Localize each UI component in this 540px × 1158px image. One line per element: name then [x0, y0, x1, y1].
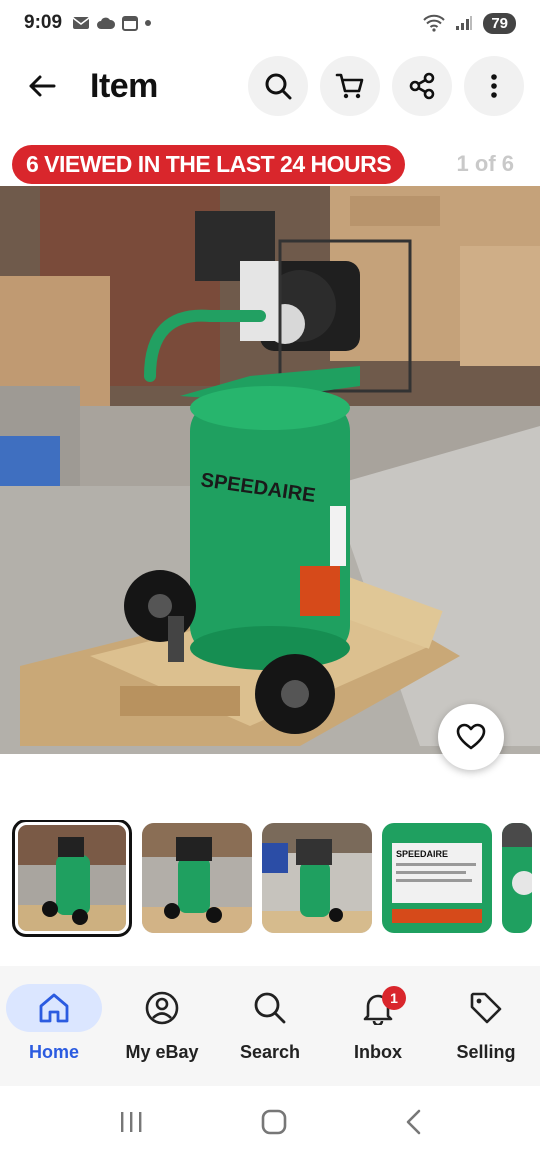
nav-home-label: Home	[28, 1042, 79, 1062]
nav-home[interactable]: Home	[0, 984, 108, 1086]
nav-my-ebay-label: My eBay	[125, 1042, 199, 1062]
thumbnail-3[interactable]	[262, 823, 372, 933]
inbox-badge: 1	[382, 986, 406, 1010]
status-bar: 9:09 79	[0, 0, 540, 46]
signal-icon	[456, 16, 473, 30]
viewed-badge: 6 VIEWED IN THE LAST 24 HOURS	[12, 144, 406, 184]
share-icon	[409, 72, 435, 100]
nav-search-label: Search	[239, 1042, 301, 1062]
cloud-icon	[97, 17, 116, 29]
search-icon	[254, 992, 286, 1024]
air-compressor-photo: SPEEDAIRE	[0, 186, 540, 754]
home-icon	[39, 993, 69, 1023]
nav-selling-label: Selling	[456, 1042, 516, 1062]
cart-icon	[335, 73, 364, 99]
nav-my-ebay[interactable]: My eBay	[108, 984, 216, 1086]
thumbnail-image	[262, 823, 372, 933]
calendar-icon	[122, 16, 139, 31]
dot-icon	[145, 20, 152, 26]
thumbnail-5[interactable]	[502, 823, 532, 933]
profile-icon	[145, 991, 179, 1025]
wifi-icon	[423, 14, 446, 32]
back-button[interactable]	[16, 60, 68, 112]
cart-button[interactable]	[320, 56, 380, 116]
app-header: Item	[0, 54, 540, 118]
watchlist-button[interactable]	[438, 704, 504, 770]
status-notification-icons	[72, 15, 152, 31]
thumbnail-strip: SPEEDAIRE	[12, 820, 540, 938]
more-options-button[interactable]	[464, 56, 524, 116]
thumbnail-4[interactable]: SPEEDAIRE	[382, 823, 492, 933]
bottom-navigation: Home My eBay Search 1 Inbox Selling	[0, 966, 540, 1086]
back-arrow-icon	[29, 75, 56, 97]
thumbnail-image	[18, 825, 126, 931]
thumbnail-2[interactable]	[142, 823, 252, 933]
home-circle-icon[interactable]	[260, 1108, 288, 1136]
thumbnail-1[interactable]	[12, 820, 132, 937]
heart-icon	[456, 723, 486, 750]
recent-apps-icon[interactable]	[118, 1110, 144, 1134]
nav-inbox[interactable]: 1 Inbox	[324, 984, 432, 1086]
mail-icon	[72, 17, 90, 29]
back-chevron-icon[interactable]	[404, 1108, 422, 1136]
share-button[interactable]	[392, 56, 452, 116]
search-button[interactable]	[248, 56, 308, 116]
nav-search[interactable]: Search	[216, 984, 324, 1086]
hero-image[interactable]: SPEEDAIRE	[0, 186, 540, 754]
system-navigation-bar	[0, 1086, 540, 1158]
svg-text:SPEEDAIRE: SPEEDAIRE	[396, 849, 448, 859]
battery-indicator: 79	[483, 12, 516, 34]
thumbnail-image	[142, 823, 252, 933]
image-banner-row: 6 VIEWED IN THE LAST 24 HOURS 1 of 6	[0, 142, 540, 186]
nav-selling[interactable]: Selling	[432, 984, 540, 1086]
thumbnail-image: SPEEDAIRE	[382, 823, 492, 933]
thumbnail-image	[502, 823, 532, 933]
nav-inbox-label: Inbox	[354, 1042, 402, 1062]
more-icon	[491, 74, 497, 98]
page-title: Item	[90, 66, 158, 105]
image-counter: 1 of 6	[456, 151, 514, 176]
search-icon	[265, 73, 292, 100]
tag-icon	[470, 992, 502, 1024]
status-time: 9:09	[24, 12, 63, 33]
